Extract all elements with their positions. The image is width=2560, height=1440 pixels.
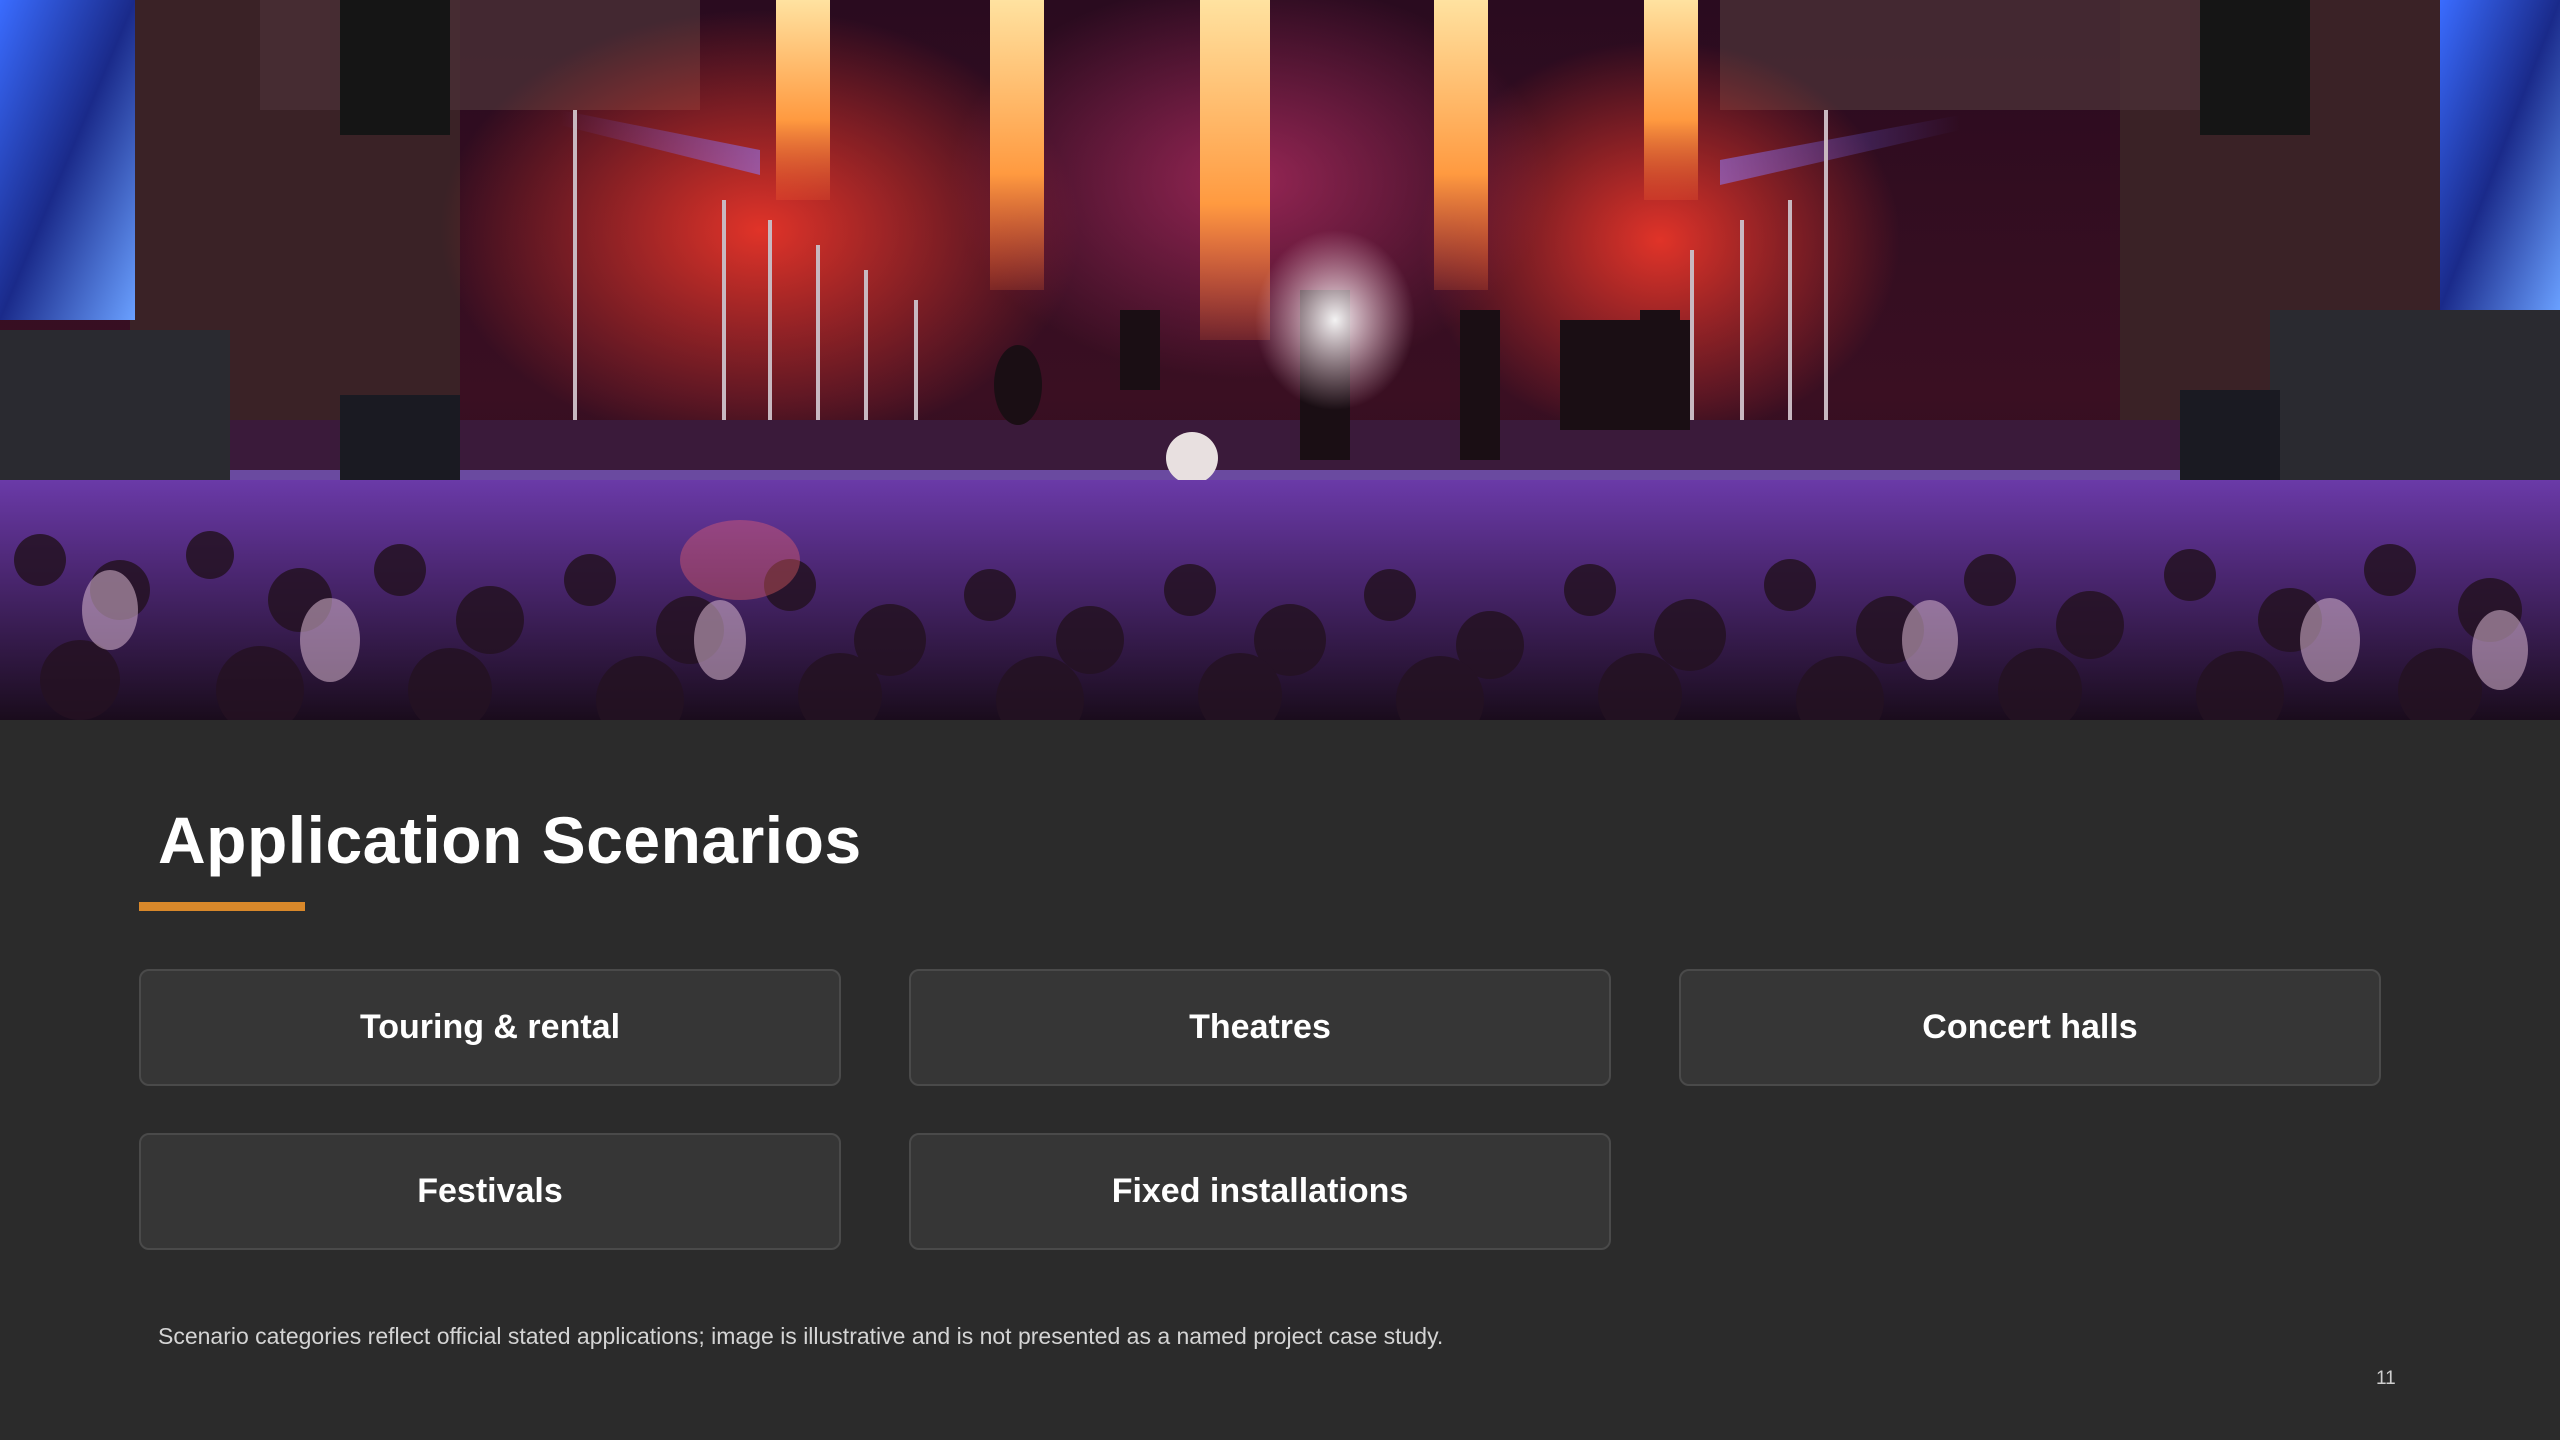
scenario-card-festivals: Festivals: [139, 1133, 841, 1250]
scenario-card-label: Touring & rental: [359, 1008, 621, 1046]
page-number: 11: [2376, 1368, 2396, 1389]
scenario-card-theatres: Theatres: [909, 969, 1611, 1086]
scenario-card-fixed-installations: Fixed installations: [909, 1133, 1611, 1250]
scenario-card-label: Festivals: [417, 1172, 563, 1210]
page-title: Application Scenarios: [158, 803, 862, 877]
scenario-card-concert-halls: Concert halls: [1679, 969, 2381, 1086]
hero-image: [0, 0, 2560, 720]
scenario-card-label: Fixed installations: [1111, 1172, 1409, 1210]
scenario-card-touring-rental: Touring & rental: [139, 969, 841, 1086]
scenario-card-label: Concert halls: [1922, 1008, 2138, 1046]
slide: Application Scenarios Touring & rental T…: [0, 0, 2560, 1440]
footnote: Scenario categories reflect official sta…: [158, 1323, 1444, 1349]
scenario-card-label: Theatres: [1189, 1008, 1331, 1046]
title-accent-bar: [139, 902, 305, 911]
concert-stage-illustration: [0, 0, 2560, 720]
